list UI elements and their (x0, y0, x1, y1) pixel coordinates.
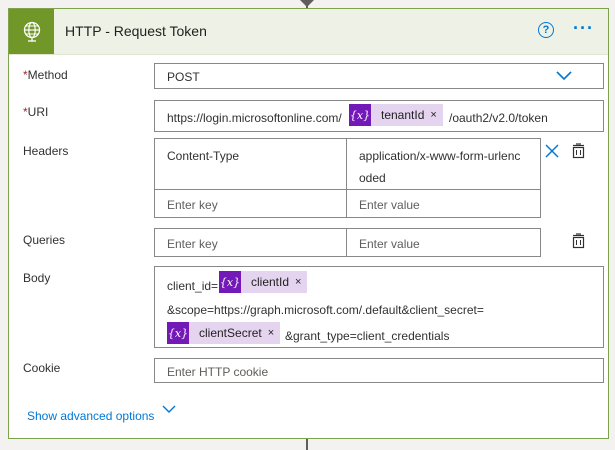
query-key-placeholder: Enter key (167, 237, 218, 251)
uri-prefix-text: https://login.microsoftonline.com/ (167, 111, 342, 125)
method-value: POST (167, 70, 200, 84)
cookie-placeholder: Enter HTTP cookie (167, 365, 269, 379)
query-key-input[interactable]: Enter key (154, 228, 347, 257)
uri-suffix-text: /oauth2/v2.0/token (449, 111, 548, 125)
header-value-line1: application/x-www-form-urlenc (359, 149, 521, 163)
http-globe-icon (9, 9, 54, 54)
variable-icon: {x} (349, 104, 371, 126)
switch-to-text-mode-icon[interactable] (571, 143, 586, 159)
body-input[interactable]: client_id= {x} clientId × &scope=https:/… (154, 266, 604, 348)
http-action-card: HTTP - Request Token ? ··· *Method POST … (8, 8, 609, 439)
method-label: *Method (23, 68, 68, 82)
flow-connector-bottom (306, 439, 308, 450)
chevron-down-icon[interactable] (162, 405, 176, 414)
more-options-icon[interactable]: ··· (573, 19, 594, 37)
action-title[interactable]: HTTP - Request Token (65, 23, 207, 39)
clientsecret-token[interactable]: {x} clientSecret × (167, 322, 281, 344)
header-new-key-input[interactable]: Enter key (154, 189, 347, 218)
token-label: clientSecret (199, 326, 262, 340)
switch-to-text-mode-icon[interactable] (571, 233, 586, 249)
token-label: clientId (251, 275, 290, 289)
header-key-input[interactable]: Content-Type (154, 138, 347, 190)
body-text-part2: &scope=https://graph.microsoft.com/.defa… (167, 303, 484, 317)
headers-label: Headers (23, 144, 69, 158)
body-text-part3: &grant_type=client_credentials (285, 329, 450, 343)
header-value-placeholder: Enter value (359, 198, 420, 212)
token-label: tenantId (381, 108, 425, 122)
flow-arrow-icon (300, 0, 314, 7)
clientid-token[interactable]: {x} clientId × (219, 271, 308, 293)
header-key-value: Content-Type (167, 149, 240, 163)
header-value-line2: oded (359, 171, 386, 185)
body-text-part1: client_id= (167, 279, 219, 293)
body-label: Body (23, 271, 51, 285)
cookie-label: Cookie (23, 361, 61, 375)
close-icon[interactable] (545, 144, 559, 158)
cookie-input[interactable]: Enter HTTP cookie (154, 358, 604, 383)
queries-label: Queries (23, 233, 66, 247)
help-icon[interactable]: ? (538, 22, 554, 38)
uri-input[interactable]: https://login.microsoftonline.com/ {x} t… (154, 100, 604, 132)
variable-icon: {x} (219, 271, 241, 293)
remove-token-icon[interactable]: × (430, 109, 442, 121)
query-value-placeholder: Enter value (359, 237, 420, 251)
method-select[interactable]: POST (154, 63, 604, 89)
remove-token-icon[interactable]: × (268, 327, 280, 339)
header-value-input[interactable]: application/x-www-form-urlenc oded (346, 138, 541, 190)
header-new-value-input[interactable]: Enter value (346, 189, 541, 218)
header-key-placeholder: Enter key (167, 198, 218, 212)
variable-icon: {x} (167, 322, 189, 344)
query-value-input[interactable]: Enter value (346, 228, 541, 257)
remove-token-icon[interactable]: × (295, 276, 307, 288)
uri-label-text: URI (27, 105, 49, 119)
card-header[interactable]: HTTP - Request Token ? ··· (9, 9, 608, 55)
method-label-text: Method (27, 68, 68, 82)
tenantid-token[interactable]: {x} tenantId × (349, 104, 443, 126)
uri-label: *URI (23, 105, 48, 119)
chevron-down-icon (556, 71, 572, 81)
show-advanced-options-link[interactable]: Show advanced options (27, 409, 154, 423)
